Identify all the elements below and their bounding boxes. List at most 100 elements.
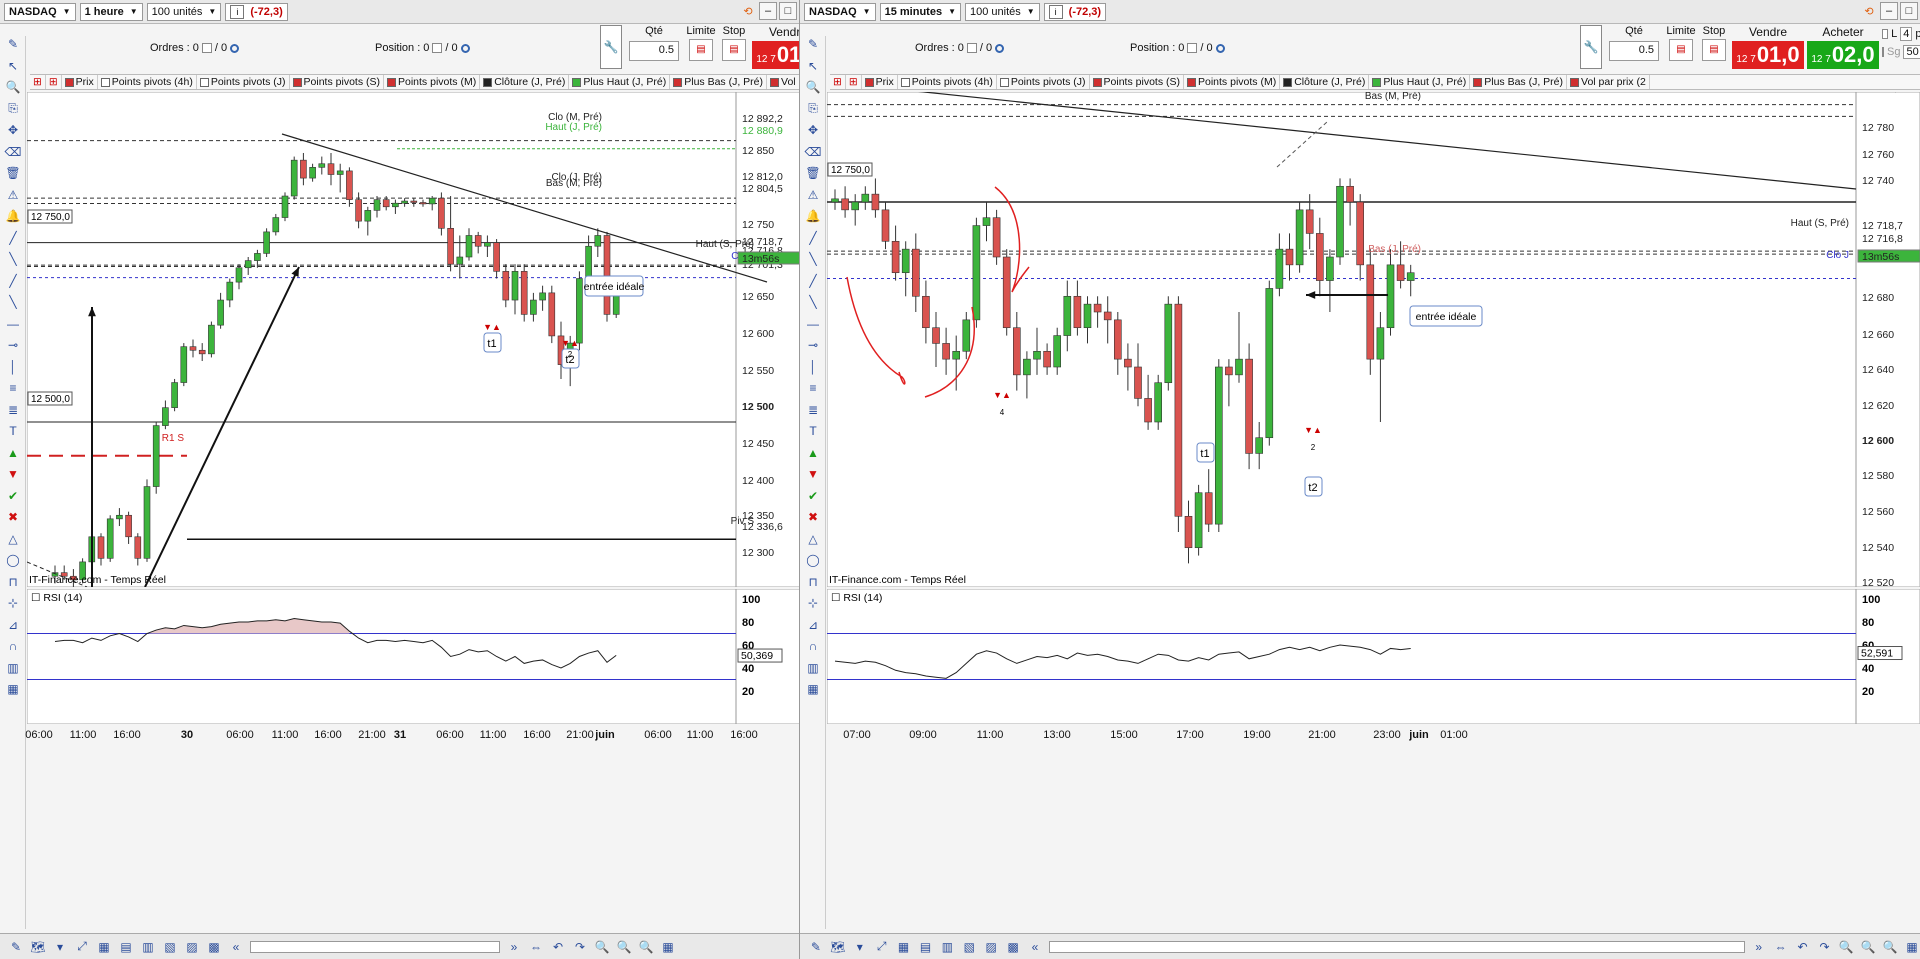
timeframe-select[interactable]: 15 minutes ▼ — [879, 2, 961, 21]
indicator-item[interactable]: Points pivots (J) — [997, 75, 1090, 89]
indicator-item[interactable]: Plus Bas (J, Pré) — [670, 75, 768, 89]
copy-icon[interactable]: ✔ — [5, 488, 21, 504]
l-value[interactable]: 4 — [1900, 27, 1913, 41]
toolbar-icon[interactable]: ▦ — [896, 939, 912, 955]
line-icon[interactable]: ⊿ — [805, 617, 821, 633]
zoom-icon[interactable]: 🔍 — [1882, 939, 1898, 955]
up-arrow-icon[interactable]: ╱ — [805, 273, 821, 289]
quantity-input[interactable]: 0.5 — [1609, 41, 1659, 61]
indicator-item[interactable]: Prix — [62, 75, 98, 89]
toolbar-icon[interactable]: ▾ — [52, 939, 68, 955]
magnet-icon[interactable]: ≣ — [5, 402, 21, 418]
settings-icon[interactable] — [230, 43, 240, 53]
toolbar-icon[interactable]: « — [228, 939, 244, 955]
add-indicator-icon[interactable]: ⊞ — [46, 75, 62, 89]
price-chart[interactable]: Clo (M, Pré)Haut (J, Pré)Clo (J, Pré)Bas… — [27, 92, 800, 587]
zoom-icon[interactable]: ⇔ — [1773, 939, 1789, 955]
toolbar-icon[interactable]: ▤ — [918, 939, 934, 955]
zoom-icon[interactable]: 🔍 — [5, 79, 21, 95]
trash-icon[interactable]: 🗑 — [5, 165, 21, 181]
indicator-item[interactable]: Prix — [862, 75, 898, 89]
toolbar-icon[interactable]: ▥ — [939, 939, 955, 955]
erase-icon[interactable]: ⌫ — [805, 144, 822, 160]
rsi-chart[interactable]: ☐ RSI (14) 1008060402052,591 — [827, 589, 1920, 724]
sell-button[interactable]: 12 701,0 — [752, 41, 799, 69]
move-icon[interactable]: ✖ — [5, 509, 21, 525]
cursor-icon[interactable]: ▲ — [5, 445, 21, 461]
bell-icon[interactable]: ⊹ — [5, 595, 21, 611]
pencil-icon[interactable]: T — [805, 423, 821, 439]
zoom-icon[interactable]: 🔍 — [1838, 939, 1854, 955]
alert-icon[interactable]: ⊓ — [805, 574, 821, 590]
zoom-icon[interactable]: ↷ — [572, 939, 588, 955]
position-checkbox[interactable] — [432, 43, 443, 53]
horizontal-scrollbar[interactable] — [1048, 940, 1745, 953]
sg-checkbox[interactable] — [1882, 47, 1884, 57]
zoom-icon[interactable]: ⇔ — [528, 939, 544, 955]
indicator-item[interactable]: Points pivots (4h) — [898, 75, 997, 89]
stop-toggle[interactable]: Stop ▤ — [1699, 25, 1729, 69]
text-icon[interactable]: ╲ — [5, 251, 21, 267]
toolbar-icon[interactable]: ✎ — [8, 939, 24, 955]
limit-toggle[interactable]: Limite ▤ — [1666, 25, 1696, 69]
move-icon[interactable]: ✖ — [805, 509, 821, 525]
bell-icon[interactable]: 🔔 — [5, 208, 21, 224]
move-icon[interactable]: ✥ — [5, 122, 21, 138]
pencil-icon[interactable]: T — [5, 423, 21, 439]
minimize-icon[interactable]: – — [759, 2, 777, 20]
text-icon[interactable]: ∩ — [805, 638, 821, 654]
toolbar-icon[interactable]: ⤢ — [74, 939, 90, 955]
zoom-icon[interactable]: 🔍 — [805, 79, 821, 95]
trash-icon[interactable]: 🗑 — [805, 165, 821, 181]
minimize-icon[interactable]: – — [1880, 2, 1898, 20]
limit-toggle[interactable]: Limite ▤ — [686, 25, 716, 69]
pencil-icon[interactable]: ✎ — [805, 36, 821, 52]
instrument-select[interactable]: NASDAQ ▼ — [804, 2, 876, 21]
ellipse-icon[interactable]: ≡ — [5, 380, 21, 396]
copy-icon[interactable]: ✔ — [805, 488, 821, 504]
add-indicator-icon[interactable]: ⊞ — [30, 75, 46, 89]
down-arrow-icon[interactable]: ▦ — [5, 681, 21, 697]
toolbar-icon[interactable]: ▦ — [96, 939, 112, 955]
triangle-icon[interactable]: │ — [805, 359, 821, 375]
cursor-icon[interactable]: ↖ — [5, 58, 21, 74]
toolbar-icon[interactable]: ⤢ — [874, 939, 890, 955]
trash-icon[interactable]: ◯ — [5, 552, 21, 568]
triangle-icon[interactable]: │ — [5, 359, 21, 375]
down-arrow-icon[interactable]: ▦ — [805, 681, 821, 697]
zoom-icon[interactable]: 🔍 — [638, 939, 654, 955]
variation-box[interactable]: i (-72,3) — [1043, 2, 1107, 21]
indicator-item[interactable]: Clôture (J, Pré) — [480, 75, 570, 89]
quantity-input[interactable]: 0.5 — [629, 41, 679, 61]
erase-icon[interactable]: △ — [5, 531, 21, 547]
price-chart[interactable]: Bas (M, Pré) Haut (S, Pré) Bas (J, Pré) Clo… — [827, 92, 1920, 587]
indicator-item[interactable]: Vol par prix (25) — [767, 75, 799, 89]
variation-box[interactable]: i (-72,3) — [225, 2, 288, 21]
zoom-icon[interactable]: ▦ — [1904, 939, 1920, 955]
up-arrow-icon[interactable]: ╱ — [5, 273, 21, 289]
toolbar-icon[interactable]: ▨ — [983, 939, 999, 955]
toolbar-icon[interactable]: ▩ — [1005, 939, 1021, 955]
toolbar-icon[interactable]: ▧ — [162, 939, 178, 955]
maximize-icon[interactable]: □ — [1900, 2, 1918, 20]
position-checkbox[interactable] — [1187, 43, 1198, 53]
alert-icon[interactable]: ⊓ — [5, 574, 21, 590]
units-select[interactable]: 100 unités ▼ — [146, 2, 222, 21]
alert-icon[interactable]: ⚠ — [5, 187, 21, 203]
toolbar-icon[interactable]: ▤ — [118, 939, 134, 955]
indicator-item[interactable]: Points pivots (M) — [384, 75, 481, 89]
magnet-icon[interactable]: ≣ — [805, 402, 821, 418]
maximize-icon[interactable]: □ — [779, 2, 797, 20]
bell-icon[interactable]: 🔔 — [805, 208, 821, 224]
cursor-icon[interactable]: ▲ — [805, 445, 821, 461]
indicator-item[interactable]: Points pivots (S) — [290, 75, 384, 89]
zoom-icon[interactable]: 🔍 — [616, 939, 632, 955]
orders-checkbox[interactable] — [201, 43, 212, 53]
orders-checkbox[interactable] — [966, 43, 977, 53]
line-icon[interactable]: ╱ — [805, 230, 821, 246]
zoom-icon[interactable]: ▼ — [805, 466, 821, 482]
sg-value[interactable]: 50 — [1903, 45, 1920, 59]
l-checkbox[interactable] — [1882, 29, 1889, 39]
zoom-icon[interactable]: 🔍 — [1860, 939, 1876, 955]
rsi-chart[interactable]: ☐ RSI (14) 1008060402050,369 — [27, 589, 800, 724]
